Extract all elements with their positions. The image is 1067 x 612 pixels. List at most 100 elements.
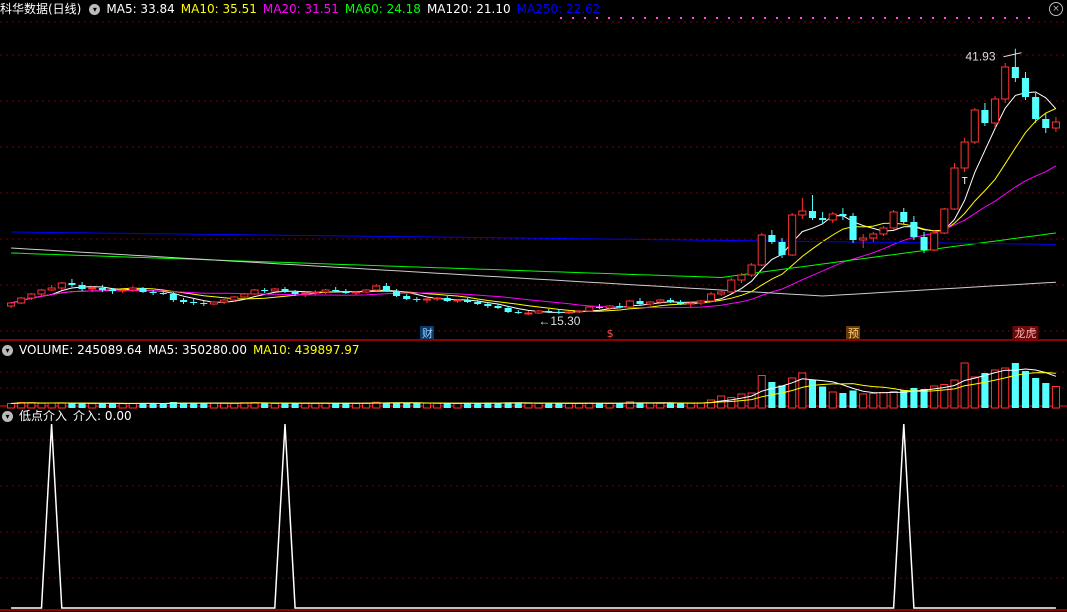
low-price-label: ←15.30 — [538, 314, 580, 328]
chevron-down-icon[interactable]: ▾ — [2, 345, 13, 356]
candle-body — [464, 300, 472, 302]
candle-body — [970, 109, 979, 143]
close-icon[interactable]: × — [1049, 2, 1063, 16]
candle-body — [686, 302, 695, 305]
candle-body — [98, 288, 106, 290]
candle-body — [57, 282, 66, 289]
volume-bar — [1032, 378, 1040, 408]
volume-ma-lines — [11, 368, 1057, 405]
top-marker-dot — [620, 17, 622, 19]
candle-body — [17, 297, 26, 304]
chevron-down-icon[interactable]: ▾ — [2, 411, 13, 422]
volume-bar — [261, 403, 269, 408]
volume-header: ▾ VOLUME: 245089.64 MA5: 350280.00 MA10: 43… — [0, 342, 366, 358]
candle-body — [240, 293, 249, 298]
volume-bar — [139, 403, 147, 408]
candle-body — [433, 297, 442, 300]
candle-body — [869, 233, 878, 239]
top-marker-dot — [608, 17, 610, 19]
candle-body — [677, 302, 685, 304]
ma-legend-item: MA250: 22.62 — [516, 2, 601, 16]
volume-bar — [605, 402, 614, 409]
volume-bar — [1042, 383, 1050, 408]
volume-bar — [403, 403, 411, 408]
top-marker-dot — [824, 17, 826, 19]
event-marker-label: 龙虎 — [1014, 327, 1036, 340]
candle-body — [575, 310, 584, 313]
volume-bar — [464, 403, 472, 408]
candle-body — [342, 291, 350, 293]
candle-body — [291, 292, 299, 294]
candle-body — [118, 289, 127, 292]
candle-body — [950, 167, 959, 210]
candle-body — [616, 306, 624, 307]
candle-body — [605, 305, 614, 309]
candle-body — [393, 291, 401, 296]
top-marker-dot — [668, 17, 670, 19]
volume-bar — [839, 393, 847, 408]
candle-body — [839, 214, 847, 216]
ma250-line — [11, 231, 1056, 245]
volume-bar — [656, 402, 665, 409]
candle-body — [879, 227, 888, 235]
candlestick-series — [7, 48, 1060, 315]
candle-body — [179, 300, 188, 302]
volume-bar — [646, 402, 655, 409]
candle-body — [595, 307, 603, 308]
candle-body — [889, 211, 898, 229]
candle-body — [768, 235, 776, 242]
volume-bar — [585, 402, 594, 409]
volume-bar — [433, 402, 442, 409]
top-marker-dot — [848, 17, 850, 19]
event-marker-label: 财 — [422, 326, 433, 340]
volume-bar — [179, 403, 188, 408]
candle-body — [625, 300, 634, 308]
candle-body — [159, 293, 167, 294]
top-marker-dot — [728, 17, 730, 19]
volume-bar — [991, 369, 1000, 409]
ma-legend-item: MA60: 24.18 — [344, 2, 421, 16]
chart-annotations: 41.93←15.30TT财$预龙虎 — [419, 50, 1039, 340]
top-marker-dot — [764, 17, 766, 19]
volume-bar — [879, 392, 888, 409]
candle-body — [930, 232, 939, 251]
candle-body — [270, 288, 279, 292]
candle-body — [382, 286, 390, 291]
ma60-line — [11, 232, 1056, 279]
candle-body — [230, 296, 239, 301]
candle-body — [351, 291, 361, 294]
candle-body — [250, 289, 259, 295]
candle-body — [757, 234, 766, 266]
volume-bar — [514, 403, 522, 408]
candle-body — [443, 298, 451, 301]
top-marker-dot — [692, 17, 694, 19]
volume-bar — [575, 402, 584, 409]
volume-bar — [686, 402, 695, 409]
top-marker-dot — [584, 17, 586, 19]
chevron-down-icon[interactable]: ▾ — [89, 4, 101, 15]
volume-bar — [1001, 367, 1010, 409]
volume-bar — [970, 376, 979, 409]
event-marker-label: $ — [607, 327, 614, 340]
candle-body — [200, 303, 208, 304]
grid-lines — [0, 17, 1067, 611]
candle-body — [190, 302, 198, 303]
candle-body — [778, 242, 786, 255]
candle-body — [321, 289, 330, 293]
volume-bar — [1021, 371, 1030, 408]
ma-legend-item: MA10: 35.51 — [180, 2, 257, 16]
candle-body — [788, 214, 797, 256]
candle-body — [372, 285, 381, 291]
candle-body — [139, 288, 147, 292]
candle-body — [108, 290, 117, 291]
volume-bar — [149, 403, 157, 408]
top-marker-dot — [920, 17, 922, 19]
volume-bar — [706, 399, 716, 409]
candle-body — [474, 302, 482, 304]
ma10-line — [10, 108, 1057, 312]
top-marker-dot — [644, 17, 646, 19]
high-price-label: 41.93 — [965, 50, 995, 64]
candle-body — [859, 237, 868, 241]
candle-body — [78, 285, 86, 289]
candle-body — [261, 290, 269, 291]
